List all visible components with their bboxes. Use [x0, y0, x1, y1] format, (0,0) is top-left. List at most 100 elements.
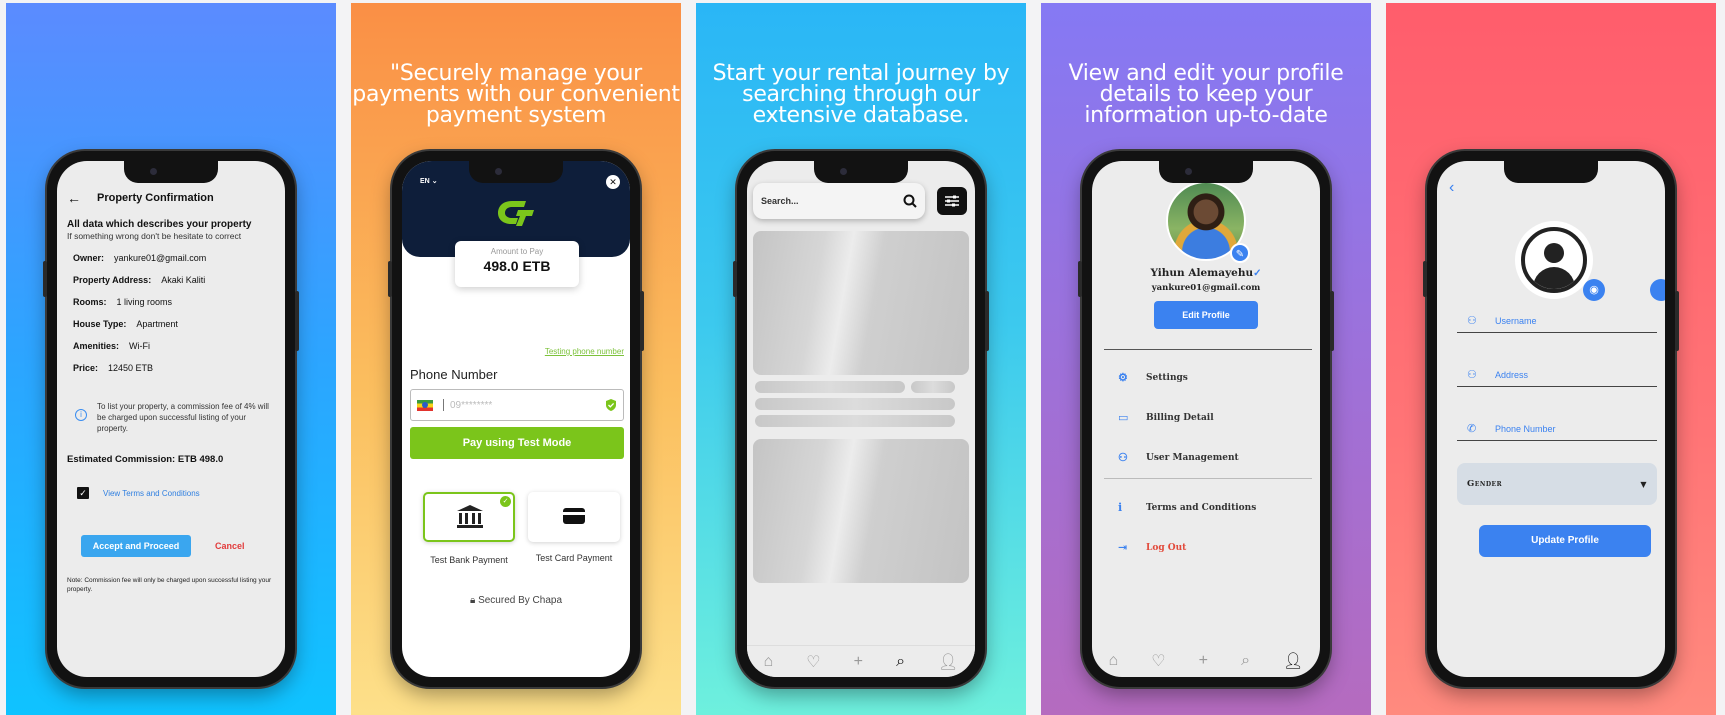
skeleton-line	[755, 398, 955, 410]
headline: View and edit your profile details to ke…	[1068, 61, 1344, 128]
username-field[interactable]: ⚇ Username	[1457, 309, 1657, 333]
caret-down-icon: ▼	[1640, 479, 1647, 489]
search-tab-icon[interactable]: ⌕	[896, 653, 905, 671]
plus-icon[interactable]: +	[1199, 652, 1208, 670]
headline: Start your rental journey by searching t…	[712, 61, 1010, 128]
billing-icon: ▭	[1118, 411, 1129, 424]
user-icon: ⚇	[1118, 451, 1128, 464]
intro-title: All data which describes your property	[67, 219, 252, 230]
heart-icon[interactable]: ♡	[1151, 651, 1165, 671]
profile-picture[interactable]	[1515, 221, 1593, 299]
menu-item-billing[interactable]: ▭ Billing Detail	[1118, 411, 1214, 424]
filter-button[interactable]	[937, 187, 967, 215]
footnote: Note: Commission fee will only be charge…	[67, 577, 272, 593]
headline: "Securely manage your payments with our …	[352, 61, 680, 128]
screen: EN ⌄ ✕ Amount to Pay 498.0 ETB Testing p…	[402, 161, 630, 677]
info-icon: ⅰ	[1118, 501, 1123, 514]
profile-email: yankure01@gmail.com	[1151, 283, 1261, 293]
bottom-nav: ⌂ ♡ + ⌕ 👤︎	[1092, 645, 1320, 677]
panel-profile: View and edit your profile details to ke…	[1041, 3, 1371, 715]
skeleton-card	[753, 439, 969, 583]
home-icon[interactable]: ⌂	[764, 653, 774, 671]
ethiopia-flag-icon[interactable]	[417, 399, 433, 411]
pay-test-mode-button[interactable]: Pay using Test Mode	[410, 427, 624, 459]
close-icon[interactable]: ✕	[606, 175, 620, 189]
menu-item-users[interactable]: ⚇ User Management	[1118, 451, 1239, 464]
detail-row-rooms: Rooms: 1 living rooms	[73, 297, 173, 307]
search-icon[interactable]	[903, 194, 917, 208]
skeleton-line	[911, 381, 955, 393]
phone-field[interactable]: ✆ Phone Number	[1457, 417, 1657, 441]
heart-icon[interactable]: ♡	[806, 652, 820, 672]
menu-item-settings[interactable]: ⚙ Settings	[1118, 371, 1188, 384]
phone-label: Phone Number	[410, 367, 498, 382]
user-icon[interactable]: 👤︎	[938, 652, 958, 672]
edit-profile-button[interactable]: Edit Profile	[1154, 301, 1258, 329]
panel-property-confirmation: ← Property Confirmation All data which d…	[6, 3, 336, 715]
intro-subtitle: If something wrong don't be hesitate to …	[67, 231, 242, 241]
check-icon: ✓	[500, 496, 511, 507]
address-field[interactable]: ⚇ Address	[1457, 363, 1657, 387]
card-icon	[563, 508, 585, 524]
update-profile-button[interactable]: Update Profile	[1479, 525, 1651, 557]
detail-row-owner: Owner: yankure01@gmail.com	[73, 253, 207, 263]
chevron-down-icon: ⌄	[431, 178, 438, 185]
amount-value: 498.0 ETB	[483, 258, 551, 274]
estimated-commission: Estimated Commission: ETB 498.0	[67, 454, 224, 465]
phone-frame: ← Property Confirmation All data which d…	[43, 151, 299, 687]
phone-frame: EN ⌄ ✕ Amount to Pay 498.0 ETB Testing p…	[388, 151, 644, 687]
card-option-label: Test Card Payment	[535, 553, 613, 563]
terms-checkbox[interactable]: ✓	[77, 487, 89, 499]
amount-card: Amount to Pay 498.0 ETB	[455, 241, 579, 287]
page-title: Property Confirmation	[97, 192, 214, 204]
user-icon: ⚇	[1467, 315, 1477, 327]
panel-payment: "Securely manage your payments with our …	[351, 3, 681, 715]
plus-icon[interactable]: +	[854, 653, 863, 671]
divider	[1104, 478, 1312, 479]
skeleton-line	[755, 381, 905, 393]
card-payment-option[interactable]	[528, 492, 620, 542]
terms-link[interactable]: View Terms and Conditions	[103, 489, 200, 498]
bottom-nav: ⌂ ♡ + ⌕ 👤︎	[747, 645, 975, 677]
gender-select[interactable]: Gender ▼	[1457, 463, 1657, 505]
skeleton-line	[755, 415, 955, 427]
logout-icon: ⇥	[1118, 541, 1128, 554]
panel-edit-profile: ‹ ◉ ⚇ Username ⚇ Address ✆ Phone Number Gen…	[1386, 3, 1716, 715]
panel-search: Start your rental journey by searching t…	[696, 3, 1026, 715]
profile-tab-icon[interactable]: 👤︎	[1283, 651, 1303, 671]
phone-icon: ✆	[1467, 423, 1477, 435]
pencil-icon[interactable]: ✎	[1230, 243, 1250, 263]
detail-row-price: Price: 12450 ETB	[73, 363, 154, 373]
screen: ‹ ◉ ⚇ Username ⚇ Address ✆ Phone Number Gen…	[1437, 161, 1665, 677]
screen: Search... ⌂ ♡ + ⌕ 👤︎	[747, 161, 975, 677]
arrow-left-icon[interactable]: ←	[67, 190, 97, 206]
detail-row-amenities: Amenities: Wi-Fi	[73, 341, 151, 351]
detail-row-address: Property Address: Akaki Kaliti	[73, 275, 206, 285]
user-icon: ⚇	[1467, 369, 1477, 381]
language-selector[interactable]: EN ⌄	[420, 177, 438, 185]
bank-payment-option[interactable]: ✓	[423, 492, 515, 542]
sliders-icon	[945, 195, 959, 207]
chapa-logo-icon	[498, 201, 534, 226]
phone-input[interactable]: 09********	[410, 389, 624, 421]
search-tab-icon[interactable]: ⌕	[1241, 652, 1250, 670]
screen: ← Property Confirmation All data which d…	[57, 161, 285, 677]
shield-check-icon	[606, 399, 616, 411]
commission-notice: i To list your property, a commission fe…	[71, 401, 275, 434]
testing-phone-link[interactable]: Testing phone number	[545, 347, 624, 356]
secured-by: 🔒︎ Secured By Chapa	[469, 595, 563, 606]
search-input[interactable]: Search...	[753, 183, 925, 219]
bank-icon	[457, 505, 483, 528]
detail-row-house-type: House Type: Apartment	[73, 319, 178, 329]
camera-icon[interactable]: ◉	[1583, 279, 1605, 301]
lock-icon: 🔒︎	[469, 595, 476, 606]
chevron-left-icon[interactable]: ‹	[1449, 179, 1454, 197]
amount-label: Amount to Pay	[490, 247, 544, 256]
cancel-button[interactable]: Cancel	[215, 541, 245, 551]
skeleton-card	[753, 231, 969, 375]
home-icon[interactable]: ⌂	[1109, 652, 1119, 670]
bank-option-label: Test Bank Payment	[430, 555, 508, 565]
menu-item-terms[interactable]: ⅰ Terms and Conditions	[1118, 501, 1256, 514]
accept-button[interactable]: Accept and Proceed	[81, 535, 191, 557]
menu-item-logout[interactable]: ⇥ Log Out	[1118, 541, 1186, 554]
